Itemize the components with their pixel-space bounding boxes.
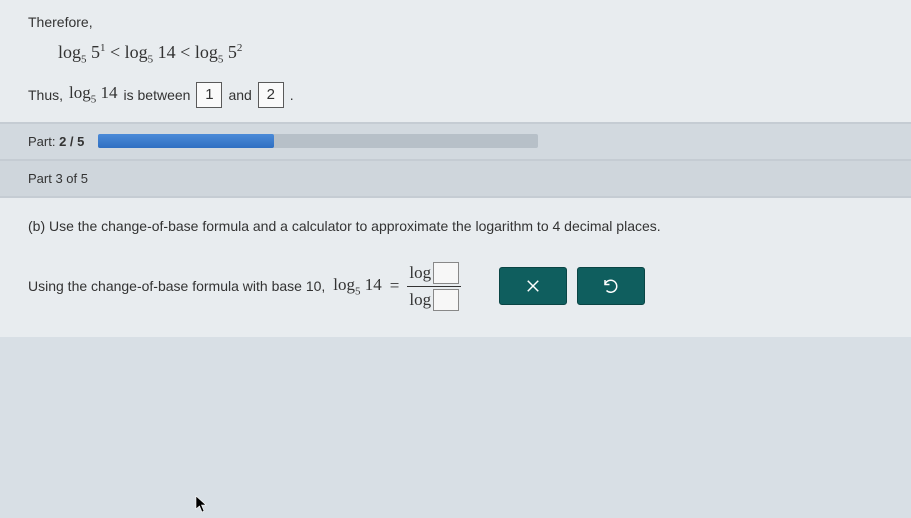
clear-button[interactable] [499,267,567,305]
formula-row: Using the change-of-base formula with ba… [28,260,883,313]
progress-section: Part: 2 / 5 [0,124,911,161]
question-prompt: (b) Use the change-of-base formula and a… [28,218,883,234]
fraction-numerator: log [407,260,461,286]
fraction-denominator: log [407,287,461,313]
solution-section: Therefore, log5 51 < log5 14 < log5 52 T… [0,0,911,124]
num-log-label: log [409,263,431,283]
denominator-input[interactable] [433,289,459,311]
numerator-input[interactable] [433,262,459,284]
log-lhs: log5 14 [333,275,381,297]
action-buttons [499,267,645,305]
formula-lead: Using the change-of-base formula with ba… [28,260,461,313]
undo-icon [602,277,620,295]
close-icon [524,277,542,295]
mouse-cursor-icon [195,495,209,518]
fraction: log log [407,260,461,313]
den-log-label: log [409,290,431,310]
progress-prefix: Part: [28,134,55,149]
thus-statement: Thus, log5 14 is between 1 and 2 . [28,82,883,108]
equals-sign: = [390,276,400,296]
question-section: (b) Use the change-of-base formula and a… [0,198,911,337]
progress-bar-fill [98,134,274,148]
progress-bar-track [98,134,538,148]
progress-label: Part: 2 / 5 [28,134,84,149]
answer-box-2: 2 [258,82,284,108]
period: . [290,87,294,103]
thus-prefix: Thus, [28,87,63,103]
inequality-expression: log5 51 < log5 14 < log5 52 [58,42,883,66]
answer-box-1: 1 [196,82,222,108]
lead-text: Using the change-of-base formula with ba… [28,278,325,294]
and-label: and [228,87,251,103]
therefore-label: Therefore, [28,14,883,30]
thus-log-expr: log5 14 [69,83,117,105]
thus-middle: is between [124,87,191,103]
progress-value: 2 / 5 [59,134,84,149]
part-header: Part 3 of 5 [0,161,911,198]
reset-button[interactable] [577,267,645,305]
